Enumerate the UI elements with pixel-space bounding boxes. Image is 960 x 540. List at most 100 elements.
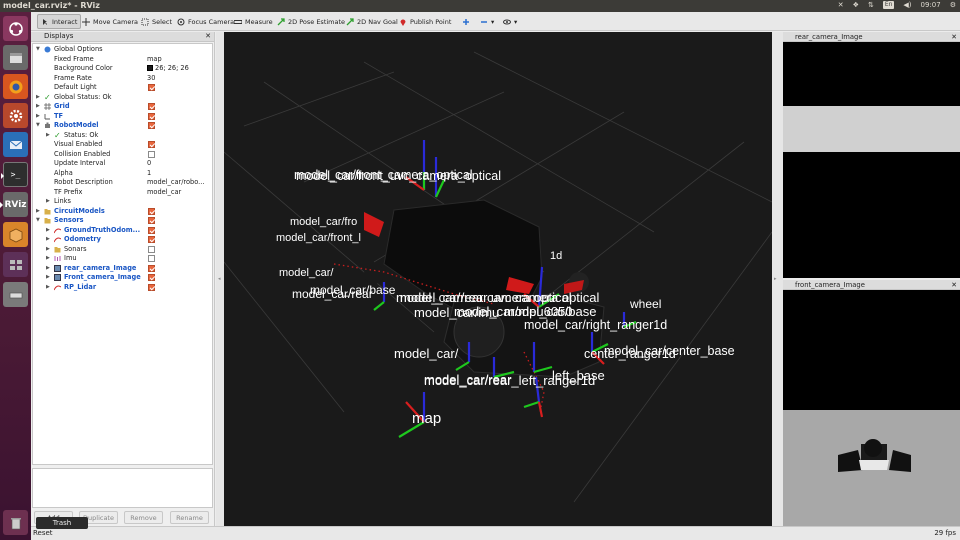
terminal-icon[interactable]: >_ (1, 162, 28, 187)
expand-arrow-icon[interactable]: ▶ (46, 235, 50, 245)
tree-row-groundtruthodom[interactable]: ▶ GroundTruthOdom... (33, 226, 212, 236)
checkmark-icon: ✓ (54, 130, 61, 140)
checkbox[interactable] (148, 236, 155, 243)
displays-tree[interactable]: ▼ Global Options Fixed Frame map Backgro… (32, 43, 213, 465)
trash-icon[interactable] (3, 510, 28, 535)
expand-arrow-icon[interactable]: ▶ (46, 197, 50, 207)
map-pin-icon (400, 19, 406, 26)
tree-row-frame-rate[interactable]: Frame Rate 30 (33, 74, 212, 84)
volume-icon[interactable]: ◀) (903, 1, 911, 9)
thunderbird-icon[interactable] (3, 132, 28, 157)
checkbox[interactable] (148, 264, 155, 272)
tree-row-circuitmodels[interactable]: ▶ CircuitModels (33, 207, 212, 217)
tree-row-default-light[interactable]: Default Light (33, 83, 212, 93)
tree-row-fixed-frame[interactable]: Fixed Frame map (33, 55, 212, 65)
expand-arrow-icon[interactable]: ▶ (46, 264, 50, 274)
package-icon[interactable] (3, 222, 28, 247)
settings-gear-icon[interactable]: ⚙ (950, 1, 956, 9)
expand-arrow-icon[interactable]: ▼ (36, 216, 40, 226)
tree-row-odometry[interactable]: ▶ Odometry (33, 235, 212, 245)
remove-tool-button[interactable]: ▾ (477, 14, 497, 29)
expand-arrow-icon[interactable]: ▶ (36, 93, 40, 103)
render-3d-view[interactable]: model_car/front_camera_optical model_car… (224, 32, 772, 526)
tree-row-background-color[interactable]: Background Color 26; 26; 26 (33, 64, 212, 74)
tree-row-imu[interactable]: ▶ Imu (33, 254, 212, 264)
rename-button[interactable]: Rename (170, 511, 209, 524)
checkbox[interactable] (148, 226, 155, 234)
checkbox[interactable] (148, 274, 155, 281)
checkbox[interactable] (148, 207, 155, 215)
expand-arrow-icon[interactable]: ▶ (46, 226, 50, 236)
checkbox[interactable] (148, 245, 155, 253)
clock[interactable]: 09:07 (921, 1, 941, 9)
system-settings-icon[interactable] (3, 103, 28, 128)
tree-row-robotmodel[interactable]: ▼ RobotModel (33, 121, 212, 131)
tree-row-status-ok[interactable]: ▶ ✓ Status: Ok (33, 131, 212, 141)
tree-row-links[interactable]: ▶ Links (33, 197, 212, 207)
publish-point-tool[interactable]: Publish Point (396, 14, 454, 29)
expand-arrow-icon[interactable]: ▶ (46, 254, 50, 264)
dash-icon[interactable] (3, 16, 28, 41)
tree-row-rp-lidar[interactable]: ▶ RP_Lidar (33, 283, 212, 293)
tree-row-collision-enabled[interactable]: Collision Enabled (33, 150, 212, 160)
tree-row-global-options[interactable]: ▼ Global Options (33, 45, 212, 55)
tree-row-alpha[interactable]: Alpha 1 (33, 169, 212, 179)
checkbox[interactable] (148, 217, 155, 224)
close-icon[interactable]: ✕ (951, 32, 957, 42)
tree-row-global-status[interactable]: ▶ ✓ Global Status: Ok (33, 93, 212, 103)
expand-arrow-icon[interactable]: ▶ (46, 273, 50, 283)
tree-row-front-camera-image[interactable]: ▶ Front_camera_Image (33, 273, 212, 283)
tree-row-sensors[interactable]: ▼ Sensors (33, 216, 212, 226)
reset-button[interactable]: Reset (33, 529, 53, 537)
add-tool-button[interactable] (459, 14, 473, 29)
firefox-icon[interactable] (3, 74, 28, 99)
tree-row-grid[interactable]: ▶ Grid (33, 102, 212, 112)
expand-arrow-icon[interactable]: ▼ (36, 121, 40, 131)
tool-properties-button[interactable]: ▾ (500, 14, 520, 29)
checkbox[interactable] (148, 255, 155, 262)
publish-point-label: Publish Point (410, 17, 452, 26)
focus-camera-tool[interactable]: Focus Camera (174, 14, 237, 29)
tree-row-sonars[interactable]: ▶ Sonars (33, 245, 212, 255)
checkbox[interactable] (148, 150, 155, 158)
tree-row-robot-description[interactable]: Robot Description model_car/robo... (33, 178, 212, 188)
expand-arrow-icon[interactable]: ▶ (36, 207, 40, 217)
close-icon[interactable]: ✕ (951, 280, 957, 290)
expand-arrow-icon[interactable]: ▶ (36, 112, 40, 122)
drive-icon[interactable] (3, 282, 28, 307)
close-window-icon[interactable]: ✕ (838, 1, 844, 9)
tree-row-update-interval[interactable]: Update Interval 0 (33, 159, 212, 169)
expand-arrow-icon[interactable]: ▶ (46, 283, 50, 293)
checkbox[interactable] (148, 103, 155, 110)
checkbox[interactable] (148, 122, 155, 129)
nav-goal-tool[interactable]: 2D Nav Goal (343, 14, 401, 29)
rviz-icon[interactable]: RViz (0, 192, 28, 217)
checkbox[interactable] (148, 84, 155, 91)
files-icon[interactable] (3, 45, 28, 70)
checkbox[interactable] (148, 141, 155, 148)
keyboard-layout[interactable]: En (882, 1, 895, 9)
right-splitter[interactable]: ▸ (772, 32, 783, 526)
expand-arrow-icon[interactable]: ▶ (46, 131, 50, 141)
expand-arrow-icon[interactable]: ▶ (36, 102, 40, 112)
close-icon[interactable]: ✕ (205, 32, 211, 40)
tree-row-tf-prefix[interactable]: TF Prefix model_car (33, 188, 212, 198)
interact-tool[interactable]: Interact (37, 14, 82, 29)
measure-tool[interactable]: Measure (231, 14, 276, 29)
tree-row-tf[interactable]: ▶ TF (33, 112, 212, 122)
workspace-switcher-icon[interactable] (3, 252, 28, 277)
move-camera-tool[interactable]: Move Camera (79, 14, 141, 29)
tree-row-rear-camera-image[interactable]: ▶ rear_camera_Image (33, 264, 212, 274)
pose-estimate-tool[interactable]: 2D Pose Estimate (274, 14, 348, 29)
left-splitter[interactable]: ◂ (216, 32, 224, 526)
expand-arrow-icon[interactable]: ▶ (46, 245, 50, 255)
checkbox[interactable] (148, 112, 155, 120)
expand-arrow-icon[interactable]: ▼ (36, 45, 40, 55)
scene-canvas[interactable]: model_car/front_camera_optical model_car… (224, 32, 772, 526)
remove-button[interactable]: Remove (124, 511, 163, 524)
tree-row-visual-enabled[interactable]: Visual Enabled (33, 140, 212, 150)
checkbox[interactable] (148, 283, 155, 291)
select-tool[interactable]: Select (138, 14, 175, 29)
network-icon[interactable]: ⇅ (868, 1, 874, 9)
dropbox-icon[interactable]: ❖ (853, 1, 859, 9)
